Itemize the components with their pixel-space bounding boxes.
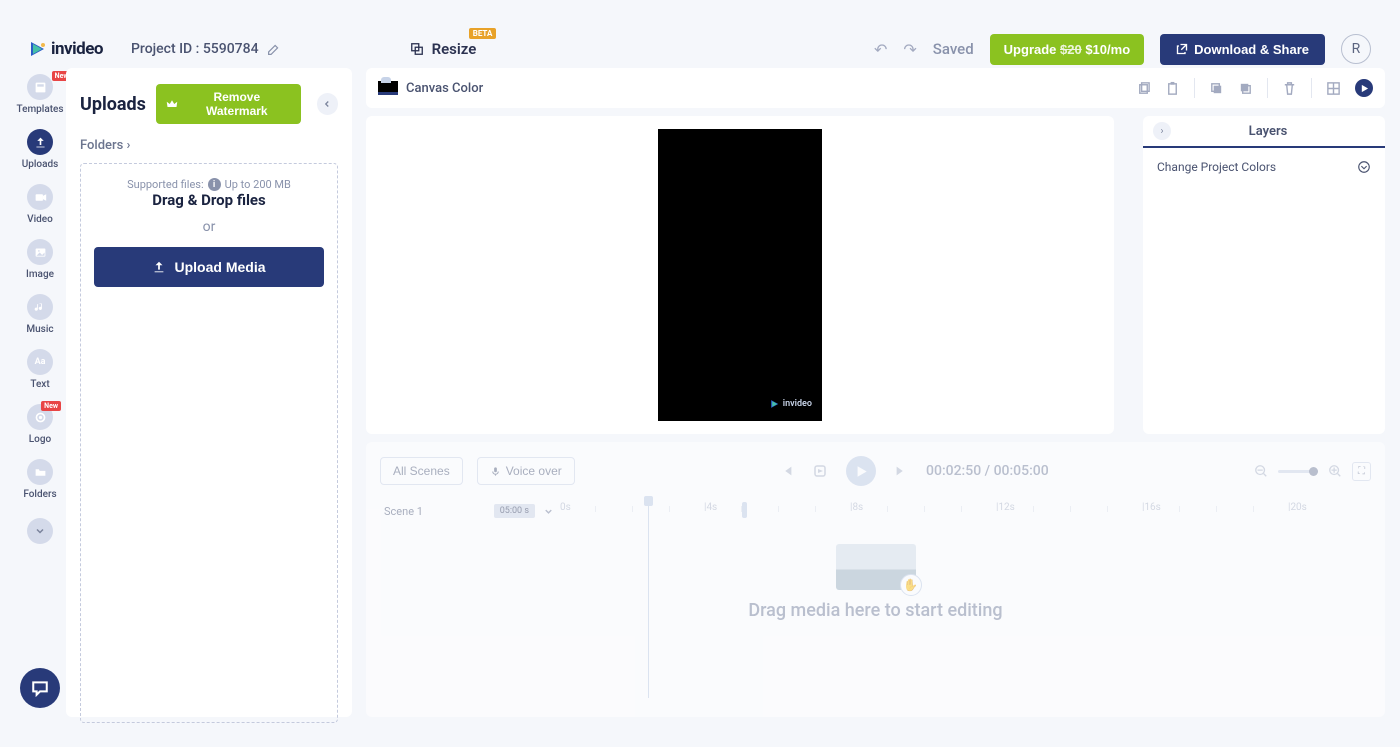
scene-row-header[interactable]: Scene 1 05:00 s — [380, 498, 558, 524]
copy-icon[interactable] — [1136, 81, 1151, 96]
main-toolbar: Canvas Color — [366, 68, 1385, 108]
nav-uploads[interactable]: Uploads — [22, 129, 59, 170]
saved-status: Saved — [933, 40, 974, 58]
grid-icon[interactable] — [1326, 81, 1341, 96]
folders-icon — [27, 459, 53, 485]
video-icon — [27, 184, 53, 210]
drop-title: Drag & Drop files — [94, 191, 324, 209]
resize-icon — [410, 42, 424, 56]
brand-logo: invideo — [29, 39, 103, 59]
collapse-panel-icon[interactable] — [317, 93, 338, 115]
nav-text[interactable]: Aa Text — [27, 349, 53, 390]
chevron-down-icon — [543, 506, 554, 517]
playhead[interactable] — [648, 498, 649, 698]
change-project-colors-button[interactable]: Change Project Colors — [1143, 148, 1385, 186]
upload-media-button[interactable]: Upload Media — [94, 247, 324, 287]
new-badge: New — [41, 401, 61, 411]
upgrade-button[interactable]: Upgrade $20 $10/mo — [990, 34, 1144, 65]
play-button[interactable] — [846, 456, 876, 486]
brand-mark-icon — [29, 40, 47, 58]
resize-button[interactable]: Resize BETA — [410, 40, 477, 58]
color-swatch-icon — [378, 81, 398, 95]
download-share-button[interactable]: Download & Share — [1160, 34, 1325, 65]
fit-screen-icon[interactable]: ⛶ — [1352, 462, 1371, 481]
duplicate-before-icon[interactable] — [1209, 81, 1224, 96]
upload-dropzone[interactable]: Supported files: i Up to 200 MB Drag & D… — [80, 163, 338, 723]
timecode: 00:02:50 / 00:05:00 — [926, 463, 1049, 479]
text-icon: Aa — [27, 349, 53, 375]
crown-icon — [166, 98, 178, 110]
undo-icon[interactable]: ↶ — [874, 40, 887, 59]
replay-icon[interactable] — [812, 463, 828, 479]
watermark: invideo — [770, 399, 812, 409]
grab-cursor-icon: ✋ — [900, 574, 922, 596]
media-placeholder-icon: ✋ — [836, 544, 916, 590]
chat-support-button[interactable] — [20, 668, 60, 708]
nav-image[interactable]: Image — [26, 239, 54, 280]
supported-files-label: Supported files: i Up to 200 MB — [127, 178, 291, 191]
brand-name: invideo — [51, 39, 103, 59]
layers-title: Layers — [1179, 124, 1357, 139]
canvas-color-button[interactable]: Canvas Color — [378, 81, 483, 96]
preview-play-button[interactable] — [1355, 79, 1373, 97]
edit-project-id-icon[interactable] — [267, 43, 280, 56]
drop-or: or — [94, 219, 324, 235]
skip-end-icon[interactable] — [894, 464, 908, 478]
nav-music[interactable]: Music — [26, 294, 53, 335]
timeline-drop-text: Drag media here to start editing — [380, 600, 1371, 621]
nav-expand-icon[interactable] — [27, 518, 53, 544]
beta-badge: BETA — [469, 28, 497, 39]
uploads-icon — [27, 129, 53, 155]
music-icon — [27, 294, 53, 320]
voice-over-button[interactable]: Voice over — [477, 457, 575, 485]
info-icon[interactable]: i — [208, 178, 221, 191]
redo-icon[interactable]: ↷ — [903, 40, 916, 59]
canvas-area: invideo — [366, 116, 1114, 434]
user-avatar[interactable]: R — [1341, 34, 1371, 64]
remove-watermark-button[interactable]: Remove Watermark — [156, 84, 301, 124]
trash-icon[interactable] — [1282, 81, 1297, 96]
layers-panel: › Layers Change Project Colors — [1143, 116, 1385, 434]
timeline-ruler[interactable]: 0s |4s |8s |12s |16s |20s — [558, 498, 1371, 522]
duplicate-after-icon[interactable] — [1238, 81, 1253, 96]
templates-icon — [27, 74, 53, 100]
image-icon — [27, 239, 53, 265]
paste-icon[interactable] — [1165, 81, 1180, 96]
upload-icon — [152, 260, 166, 274]
folders-breadcrumb[interactable]: Folders › — [80, 138, 338, 153]
skip-start-icon[interactable] — [780, 464, 794, 478]
zoom-slider[interactable] — [1278, 470, 1318, 473]
chevron-down-icon — [1357, 160, 1371, 174]
canvas-stage[interactable]: invideo — [658, 129, 822, 421]
all-scenes-button[interactable]: All Scenes — [380, 457, 463, 485]
nav-rail: New Templates Uploads Video Image Music … — [15, 68, 65, 717]
nav-templates[interactable]: New Templates — [16, 74, 63, 115]
timeline-panel: All Scenes Voice over 00:02:50 / 00:05:0… — [366, 442, 1385, 717]
share-icon — [1176, 43, 1188, 55]
nav-video[interactable]: Video — [27, 184, 53, 225]
zoom-in-icon[interactable] — [1328, 464, 1342, 478]
scene-duration: 05:00 s — [494, 504, 535, 518]
zoom-out-icon[interactable] — [1254, 464, 1268, 478]
segment-end-handle[interactable] — [742, 502, 747, 518]
mic-icon — [490, 466, 501, 477]
nav-folders[interactable]: Folders — [23, 459, 56, 500]
app-header: invideo Project ID : 5590784 Resize BETA… — [15, 30, 1385, 68]
project-id-label: Project ID : 5590784 — [131, 41, 259, 57]
uploads-panel: Uploads Remove Watermark Folders › Suppo… — [66, 68, 352, 717]
layers-collapse-icon[interactable]: › — [1153, 122, 1171, 140]
uploads-title: Uploads — [80, 94, 146, 115]
resize-label: Resize — [432, 40, 477, 58]
nav-logo[interactable]: New Logo — [27, 404, 53, 445]
timeline-dropzone[interactable]: ✋ Drag media here to start editing — [380, 544, 1371, 621]
